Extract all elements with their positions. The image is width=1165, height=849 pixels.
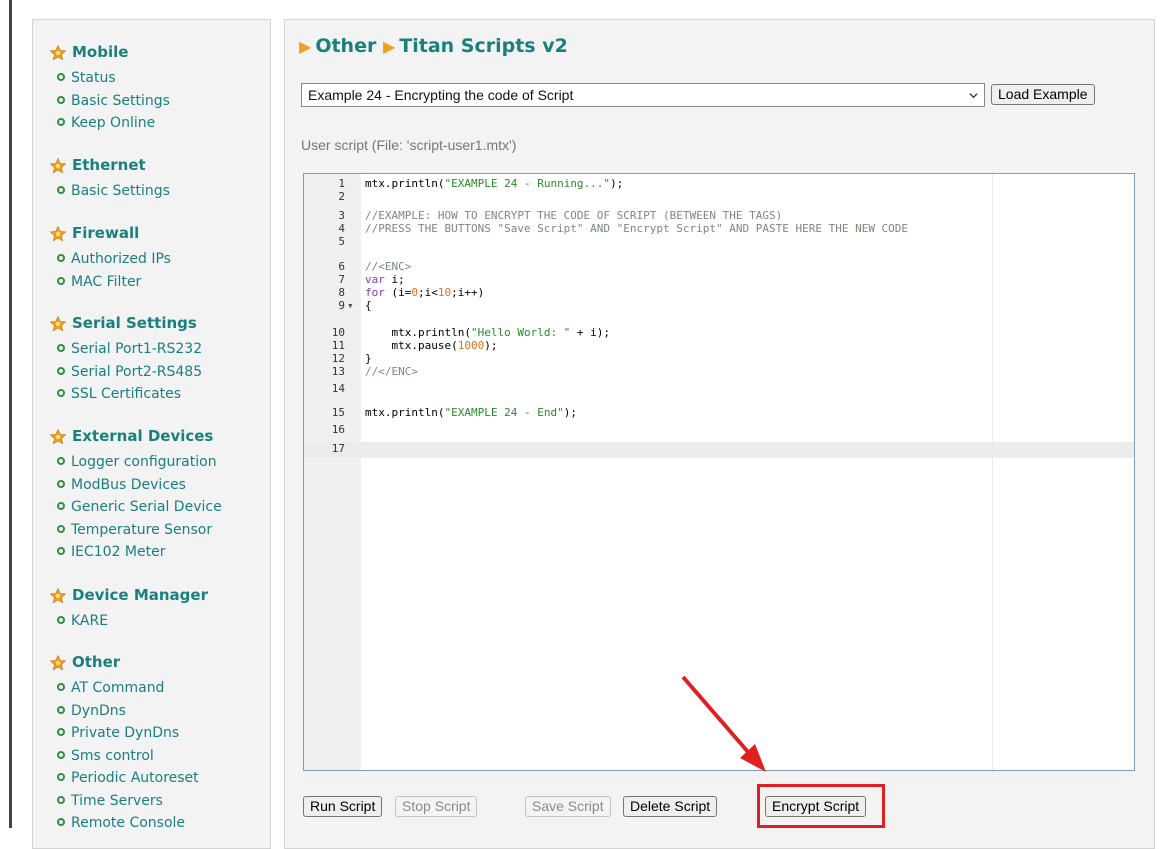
annotation-arrow-icon xyxy=(681,675,766,772)
